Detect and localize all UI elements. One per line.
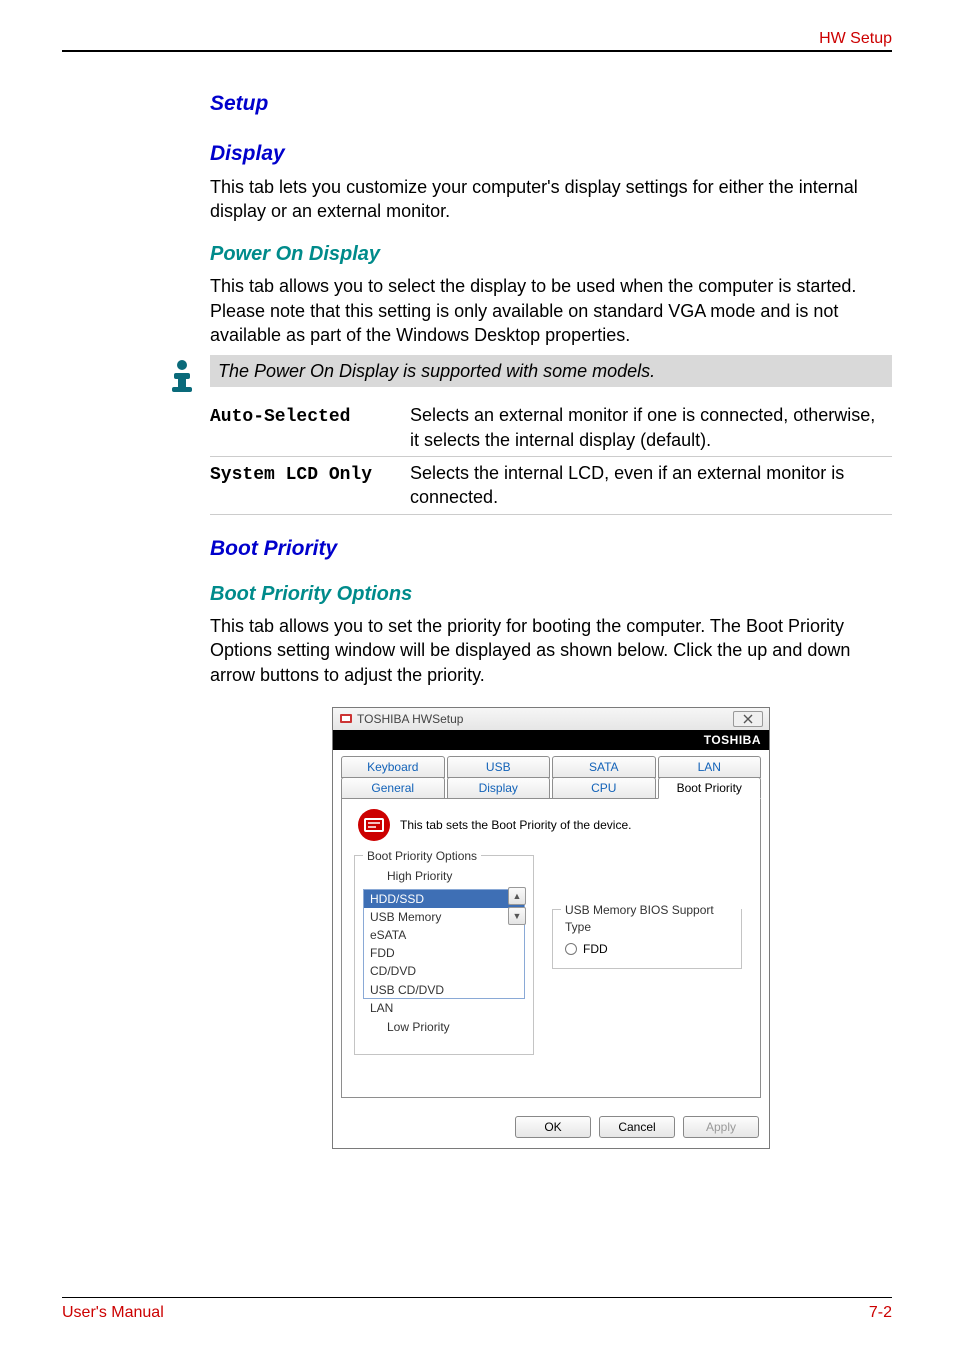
tab-general[interactable]: General	[341, 777, 445, 799]
close-button[interactable]	[733, 711, 763, 727]
boot-priority-heading: Boot Priority	[210, 535, 892, 563]
cancel-button[interactable]: Cancel	[599, 1116, 675, 1138]
chevron-up-icon: ▲	[513, 890, 522, 902]
option-term: System LCD Only	[210, 465, 372, 485]
boot-item[interactable]: USB Memory	[364, 908, 524, 926]
tab-lan[interactable]: LAN	[658, 756, 762, 778]
radio-label: FDD	[583, 941, 608, 957]
top-rule	[62, 50, 892, 52]
boot-item[interactable]: FDD	[364, 944, 524, 962]
hwsetup-dialog: TOSHIBA HWSetup TOSHIBA Keyboard USB SAT…	[332, 707, 770, 1150]
header-right: HW Setup	[819, 28, 892, 50]
power-on-display-text: This tab allows you to select the displa…	[210, 274, 892, 347]
option-desc: Selects an external monitor if one is co…	[410, 399, 892, 456]
power-on-options-table: Auto-Selected Selects an external monito…	[210, 399, 892, 514]
app-icon	[339, 712, 353, 726]
info-icon	[164, 357, 200, 399]
high-priority-label: High Priority	[363, 864, 525, 888]
option-desc: Selects the internal LCD, even if an ext…	[410, 457, 892, 515]
tab-boot-priority[interactable]: Boot Priority	[658, 777, 762, 799]
setup-heading: Setup	[210, 90, 892, 118]
boot-item[interactable]: USB CD/DVD	[364, 981, 524, 999]
dialog-title: TOSHIBA HWSetup	[357, 711, 463, 727]
dialog-screenshot: TOSHIBA HWSetup TOSHIBA Keyboard USB SAT…	[210, 707, 892, 1150]
radio-fdd[interactable]: FDD	[561, 939, 733, 959]
dialog-titlebar: TOSHIBA HWSetup	[333, 708, 769, 730]
apply-button[interactable]: Apply	[683, 1116, 759, 1138]
fieldset-legend: USB Memory BIOS Support Type	[561, 902, 741, 934]
boot-priority-fieldset: Boot Priority Options High Priority HDD/…	[354, 855, 534, 1055]
tab-panel-icon	[358, 809, 390, 841]
page-footer: User's Manual 7-2	[62, 1297, 892, 1324]
page-content: Setup Display This tab lets you customize…	[210, 80, 892, 1149]
boot-priority-options-heading: Boot Priority Options	[210, 581, 892, 608]
footer-left: User's Manual	[62, 1302, 164, 1324]
note-box: The Power On Display is supported with s…	[210, 355, 892, 387]
tab-sata[interactable]: SATA	[552, 756, 656, 778]
ok-button[interactable]: OK	[515, 1116, 591, 1138]
boot-item[interactable]: CD/DVD	[364, 962, 524, 980]
move-down-button[interactable]: ▼	[508, 907, 526, 925]
display-heading: Display	[210, 140, 892, 168]
boot-item[interactable]: HDD/SSD	[364, 890, 524, 908]
display-text: This tab lets you customize your compute…	[210, 175, 892, 224]
fieldset-legend: Boot Priority Options	[363, 848, 481, 864]
boot-priority-list[interactable]: HDD/SSD USB Memory eSATA FDD CD/DVD USB …	[363, 889, 525, 999]
tabs-row-1: Keyboard USB SATA LAN	[341, 756, 761, 778]
power-on-display-heading: Power On Display	[210, 241, 892, 268]
footer-right: 7-2	[869, 1302, 892, 1324]
tab-panel: This tab sets the Boot Priority of the d…	[341, 798, 761, 1098]
chevron-down-icon: ▼	[513, 910, 522, 922]
close-icon	[743, 714, 753, 724]
tab-cpu[interactable]: CPU	[552, 777, 656, 799]
boot-priority-text: This tab allows you to set the priority …	[210, 614, 892, 687]
radio-icon	[565, 943, 577, 955]
tab-usb[interactable]: USB	[447, 756, 551, 778]
option-term: Auto-Selected	[210, 407, 350, 427]
move-up-button[interactable]: ▲	[508, 887, 526, 905]
tab-keyboard[interactable]: Keyboard	[341, 756, 445, 778]
tab-panel-desc: This tab sets the Boot Priority of the d…	[400, 817, 631, 833]
tabs-row-2: General Display CPU Boot Priority	[341, 777, 761, 799]
brand-bar: TOSHIBA	[333, 730, 769, 750]
dialog-buttons: OK Cancel Apply	[333, 1108, 769, 1148]
boot-item[interactable]: eSATA	[364, 926, 524, 944]
table-row: System LCD Only Selects the internal LCD…	[210, 457, 892, 515]
usb-memory-fieldset: USB Memory BIOS Support Type HDD FDD	[552, 909, 742, 969]
tab-display[interactable]: Display	[447, 777, 551, 799]
table-row: Auto-Selected Selects an external monito…	[210, 399, 892, 456]
